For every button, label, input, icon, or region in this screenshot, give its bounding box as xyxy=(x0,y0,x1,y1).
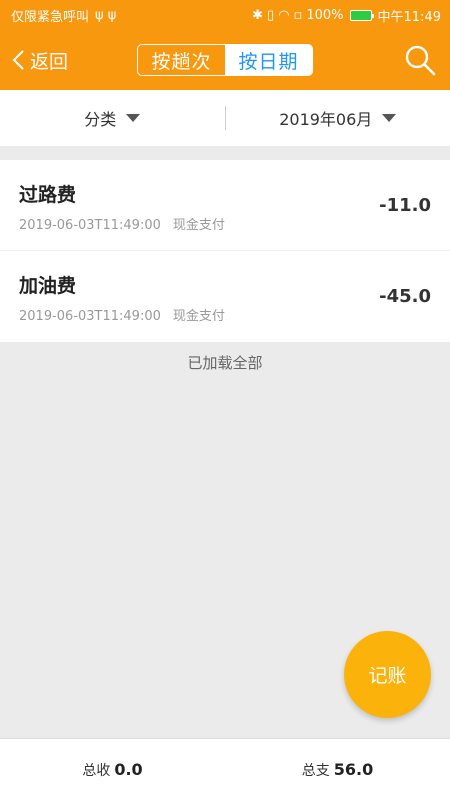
view-segment-control: 按趟次 按日期 xyxy=(137,44,313,76)
total-expense-label: 总支 xyxy=(301,762,330,779)
record-title: 加油费 xyxy=(19,275,77,297)
record-amount: -11.0 xyxy=(379,195,431,216)
record-list: 过路费 2019-06-03T11:49:00 现金支付 -11.0 加油费 20… xyxy=(0,160,450,342)
search-icon[interactable] xyxy=(404,44,436,76)
carrier-text: 仅限紧急呼叫 xyxy=(11,9,90,25)
filter-bar: 分类 2019年06月 xyxy=(0,90,450,146)
sim-icon: ▫ xyxy=(293,7,303,23)
record-meta: 2019-06-03T11:49:00 现金支付 xyxy=(19,305,225,324)
status-bar: 仅限紧急呼叫 ψ ψ ✱ ▯ ◠ ▫ 100% 中午11:49 xyxy=(0,0,450,30)
record-row[interactable]: 过路费 2019-06-03T11:49:00 现金支付 -11.0 xyxy=(0,160,450,251)
record-payment-method: 现金支付 xyxy=(172,309,225,324)
back-label: 返回 xyxy=(30,50,69,73)
record-payment-method: 现金支付 xyxy=(172,218,225,233)
total-income-label: 总收 xyxy=(82,762,111,779)
wifi-icon: ◠ xyxy=(278,7,290,23)
total-income-value: 0.0 xyxy=(114,759,143,779)
total-income: 总收 0.0 xyxy=(0,760,225,780)
bluetooth-icon: ✱ xyxy=(252,7,264,23)
summary-footer: 总收 0.0 总支 56.0 xyxy=(0,738,450,800)
record-meta: 2019-06-03T11:49:00 现金支付 xyxy=(19,214,225,233)
triangle-down-icon xyxy=(126,114,141,122)
record-datetime: 2019-06-03T11:49:00 xyxy=(19,309,161,324)
category-filter[interactable]: 分类 xyxy=(0,106,225,130)
battery-percent: 100% xyxy=(306,7,344,23)
nav-bar: 返回 按趟次 按日期 xyxy=(0,30,450,90)
vibrate-icon: ▯ xyxy=(267,7,275,23)
category-filter-label: 分类 xyxy=(84,110,117,129)
triangle-down-icon xyxy=(382,114,397,122)
chevron-left-icon xyxy=(12,50,24,70)
tab-by-date[interactable]: 按日期 xyxy=(225,45,312,75)
record-row[interactable]: 加油费 2019-06-03T11:49:00 现金支付 -45.0 xyxy=(0,251,450,342)
clock: 中午11:49 xyxy=(377,9,441,25)
total-expense: 总支 56.0 xyxy=(225,760,450,780)
month-filter-label: 2019年06月 xyxy=(279,110,373,129)
total-expense-value: 56.0 xyxy=(333,759,374,779)
load-complete-text: 已加载全部 xyxy=(187,354,263,372)
battery-icon xyxy=(349,9,374,21)
record-datetime: 2019-06-03T11:49:00 xyxy=(19,218,161,233)
record-title: 过路费 xyxy=(19,184,77,206)
month-filter[interactable]: 2019年06月 xyxy=(226,106,450,130)
tab-by-trip[interactable]: 按趟次 xyxy=(138,45,225,75)
add-record-button[interactable]: 记账 xyxy=(344,631,431,718)
back-button[interactable]: 返回 xyxy=(10,44,68,76)
record-amount: -45.0 xyxy=(379,286,431,307)
usb-icon: ψ ψ xyxy=(95,7,117,23)
